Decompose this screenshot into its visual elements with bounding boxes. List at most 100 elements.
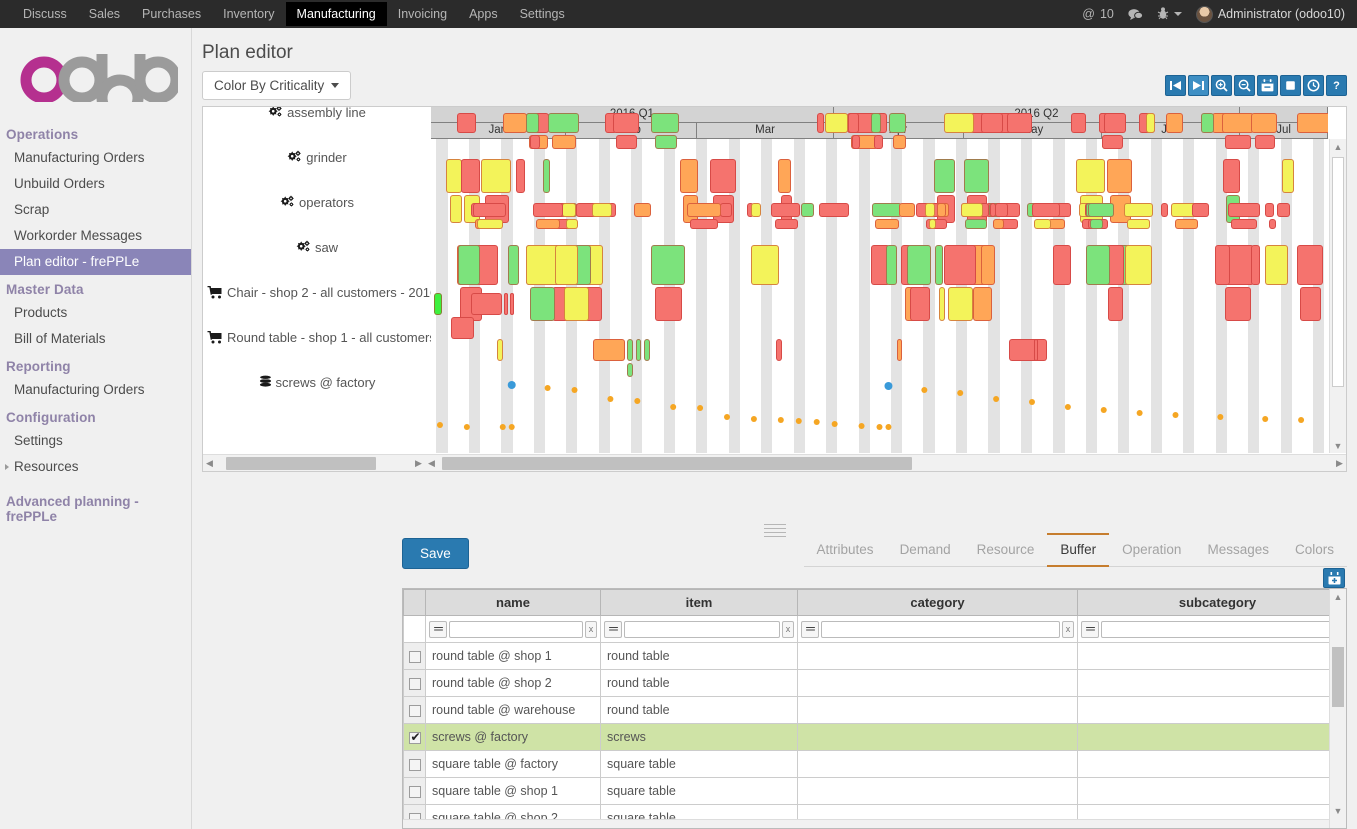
- chart-scroll-right-icon[interactable]: ▶: [1333, 458, 1346, 469]
- column-header-item[interactable]: item: [600, 589, 798, 616]
- gantt-row-chair-shop-2-all-customers-2016-0[interactable]: Chair - shop 2 - all customers - 2016-0: [203, 285, 431, 302]
- cell-item[interactable]: square table: [600, 750, 798, 778]
- filter-input-subcategory[interactable]: [1101, 620, 1340, 638]
- gantt-bar[interactable]: [981, 113, 1003, 133]
- gantt-bar[interactable]: [456, 113, 477, 133]
- column-header-category[interactable]: category: [797, 589, 1078, 616]
- gantt-bar[interactable]: [771, 203, 801, 217]
- gantt-bar[interactable]: [561, 203, 577, 217]
- gantt-bar[interactable]: [1106, 159, 1133, 193]
- gantt-bar[interactable]: [1070, 113, 1087, 133]
- gantt-bar[interactable]: [1127, 219, 1151, 229]
- gantt-bar[interactable]: [937, 203, 947, 217]
- gantt-bar[interactable]: [1200, 113, 1215, 133]
- grid-horizontal-scrollbar[interactable]: [403, 819, 1329, 828]
- filter-clear-item[interactable]: x: [782, 620, 794, 638]
- gantt-bar[interactable]: [1296, 113, 1328, 133]
- cell-name[interactable]: round table @ shop 2: [425, 669, 601, 697]
- gantt-bar[interactable]: [1277, 203, 1290, 217]
- save-button[interactable]: Save: [402, 538, 469, 569]
- cell-name[interactable]: square table @ factory: [425, 750, 601, 778]
- column-header-subcategory[interactable]: subcategory: [1077, 589, 1346, 616]
- tab-messages[interactable]: Messages: [1194, 535, 1282, 567]
- table-row[interactable]: screws @ factoryscrewsfactory: [403, 723, 1346, 751]
- gantt-bar[interactable]: [1102, 135, 1124, 149]
- gantt-bar[interactable]: [593, 339, 625, 361]
- cell-category[interactable]: [797, 696, 1078, 724]
- gantt-bar[interactable]: [548, 113, 580, 133]
- filter-operator-item[interactable]: ==: [604, 620, 622, 638]
- stop-button[interactable]: [1280, 75, 1301, 96]
- debug-menu[interactable]: [1157, 6, 1182, 23]
- gantt-bar[interactable]: [800, 203, 815, 217]
- gantt-bar[interactable]: [551, 135, 577, 149]
- cell-item[interactable]: screws: [600, 723, 798, 751]
- gantt-bar[interactable]: [1033, 339, 1039, 361]
- gantt-bar[interactable]: [633, 203, 651, 217]
- gantt-bar[interactable]: [824, 113, 848, 133]
- tab-attributes[interactable]: Attributes: [804, 535, 887, 567]
- row-checkbox-cell[interactable]: [403, 723, 426, 751]
- filter-operator-name[interactable]: ==: [429, 620, 447, 638]
- gantt-bar[interactable]: [896, 339, 902, 361]
- names-scroll-track[interactable]: [216, 455, 412, 471]
- gantt-bar[interactable]: [944, 113, 974, 133]
- user-menu[interactable]: Administrator (odoo10): [1195, 5, 1345, 23]
- gantt-bar[interactable]: [777, 159, 792, 193]
- gantt-bar[interactable]: [679, 159, 699, 193]
- gantt-bar[interactable]: [1296, 245, 1323, 285]
- gantt-bar[interactable]: [651, 113, 680, 133]
- gantt-bar[interactable]: [449, 195, 463, 223]
- gantt-bar[interactable]: [644, 339, 650, 361]
- table-row[interactable]: square table @ factorysquare tablefactor…: [403, 750, 1346, 778]
- gantt-bar[interactable]: [972, 287, 993, 321]
- gantt-bar[interactable]: [564, 287, 589, 321]
- filter-operator-category[interactable]: ==: [801, 620, 819, 638]
- gantt-bar[interactable]: [1282, 159, 1295, 193]
- grid-scroll-down-icon[interactable]: ▼: [1330, 803, 1346, 818]
- app-menu-manufacturing[interactable]: Manufacturing: [285, 2, 387, 26]
- gantt-bar[interactable]: [481, 159, 512, 193]
- filter-input-name[interactable]: [449, 620, 583, 638]
- gantt-bar[interactable]: [1085, 245, 1111, 285]
- row-checkbox-cell[interactable]: [403, 669, 426, 697]
- gantt-bar[interactable]: [892, 135, 907, 149]
- row-checkbox-cell[interactable]: [403, 750, 426, 778]
- cell-name[interactable]: round table @ warehouse: [425, 696, 601, 724]
- gantt-bar[interactable]: [1192, 203, 1209, 217]
- sidebar-item-manufacturing-orders[interactable]: Manufacturing Orders: [0, 377, 191, 403]
- gantt-bar[interactable]: [1008, 339, 1048, 361]
- sidebar-item-products[interactable]: Products: [0, 300, 191, 326]
- gantt-bar[interactable]: [989, 203, 997, 217]
- gantt-bar[interactable]: [1300, 287, 1322, 321]
- row-checkbox[interactable]: [408, 729, 422, 745]
- tab-resource[interactable]: Resource: [964, 535, 1048, 567]
- tab-buffer[interactable]: Buffer: [1047, 533, 1110, 567]
- gantt-bar[interactable]: [690, 219, 718, 229]
- gantt-bar[interactable]: [529, 135, 541, 149]
- gantt-bar[interactable]: [635, 339, 641, 361]
- gantt-bar[interactable]: [529, 287, 556, 321]
- scroll-thumb[interactable]: [1332, 157, 1344, 387]
- chart-scroll-thumb[interactable]: [442, 456, 912, 470]
- sidebar-item-manufacturing-orders[interactable]: Manufacturing Orders: [0, 145, 191, 171]
- gantt-bar[interactable]: [471, 293, 502, 315]
- filter-clear-name[interactable]: x: [585, 620, 597, 638]
- gantt-bar[interactable]: [651, 245, 686, 285]
- gantt-bar[interactable]: [502, 113, 527, 133]
- gantt-bar[interactable]: [1088, 203, 1114, 217]
- cell-name[interactable]: round table @ shop 1: [425, 642, 601, 670]
- row-checkbox[interactable]: [408, 677, 421, 690]
- gantt-bar[interactable]: [944, 245, 977, 285]
- calendar-button[interactable]: [1257, 75, 1278, 96]
- cell-name[interactable]: screws @ factory: [425, 723, 601, 751]
- table-row[interactable]: round table @ shop 1round tableshop 1: [403, 642, 1346, 670]
- gantt-bar[interactable]: [1268, 219, 1277, 229]
- gantt-bar[interactable]: [1124, 245, 1153, 285]
- gantt-bar[interactable]: [1221, 113, 1255, 133]
- gantt-bar[interactable]: [995, 203, 1008, 217]
- gantt-row-round-table-shop-1-all-customers-2[interactable]: Round table - shop 1 - all customers - 2: [203, 330, 431, 347]
- names-scroll-left-icon[interactable]: ◀: [203, 458, 216, 469]
- gantt-bar[interactable]: [526, 245, 559, 285]
- gantt-bar[interactable]: [961, 203, 983, 217]
